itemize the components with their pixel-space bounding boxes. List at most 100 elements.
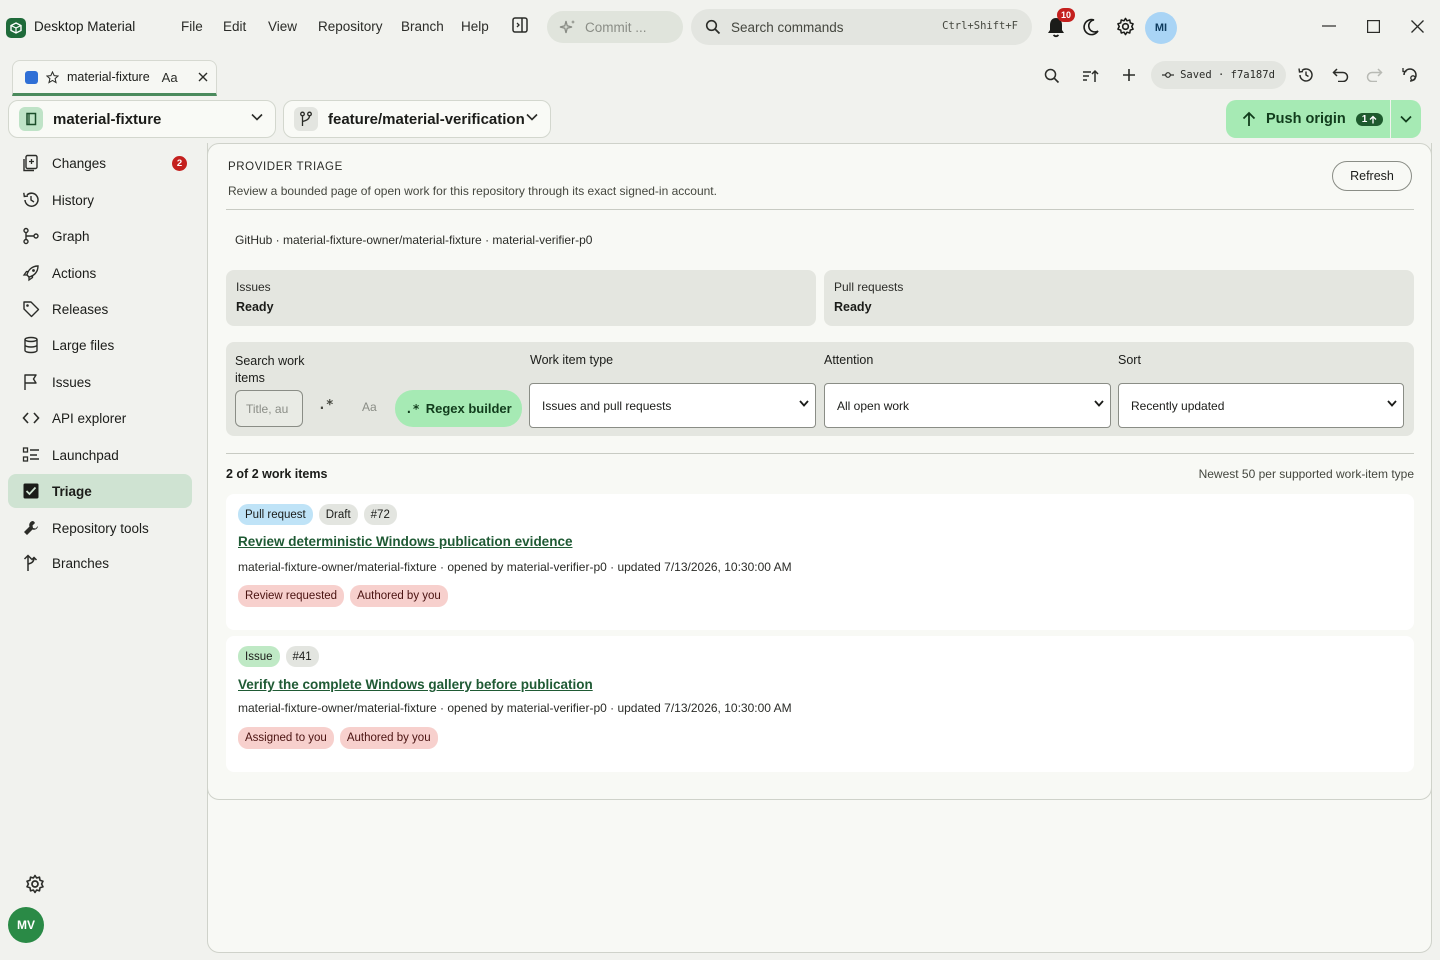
tab-material-fixture[interactable]: material-fixture Aa: [12, 60, 217, 96]
issues-status-card: Issues Ready: [226, 270, 816, 326]
notification-badge: 10: [1057, 8, 1075, 22]
history-restore-icon[interactable]: [1297, 66, 1315, 84]
sidebar-item-label: Repository tools: [52, 520, 149, 536]
regex-builder-button[interactable]: .* Regex builder: [395, 390, 522, 427]
push-origin-button[interactable]: Push origin 1: [1226, 100, 1390, 138]
branch-icon: [294, 107, 318, 131]
sort-icon[interactable]: [1082, 68, 1100, 84]
search-work-items-label: Search work items: [235, 354, 305, 385]
status-label: Issues: [236, 280, 271, 294]
sidebar-item-issues[interactable]: Issues: [8, 365, 192, 399]
regex-toggle[interactable]: .*: [318, 398, 334, 413]
add-icon[interactable]: [1122, 68, 1136, 82]
sidebar-item-label: Actions: [52, 265, 97, 281]
sidebar-item-label: Issues: [52, 374, 92, 390]
account-avatar[interactable]: MV: [8, 907, 44, 943]
type-chip: Issue: [238, 646, 280, 667]
code-icon: [22, 409, 40, 427]
commit-label: Commit ...: [585, 19, 647, 35]
sidebar-item-api-explorer[interactable]: API explorer: [8, 401, 192, 435]
attention-tag: Authored by you: [350, 585, 448, 607]
number-chip: #72: [363, 504, 397, 525]
match-case-toggle[interactable]: Aa: [362, 400, 377, 414]
search-shortcut: Ctrl+Shift+F: [942, 20, 1018, 32]
commit-button[interactable]: Commit ...: [547, 11, 683, 43]
attention-tags: Review requested Authored by you: [238, 585, 448, 607]
work-item-meta: material-fixture-owner/material-fixture …: [238, 701, 792, 715]
close-tab-icon[interactable]: [198, 72, 208, 82]
status-value: Ready: [236, 300, 274, 314]
sidebar-item-graph[interactable]: Graph: [8, 219, 192, 253]
sidebar-item-actions[interactable]: Actions: [8, 256, 192, 290]
sidebar-item-launchpad[interactable]: Launchpad: [8, 438, 192, 472]
state-chip: Draft: [318, 504, 358, 525]
menu-view[interactable]: View: [268, 19, 297, 34]
find-icon[interactable]: [1044, 68, 1060, 84]
regex-glyph: .*: [405, 401, 420, 416]
minimize-icon[interactable]: [1322, 25, 1336, 27]
repository-name: material-fixture: [53, 110, 162, 128]
work-item-title-link[interactable]: Verify the complete Windows gallery befo…: [238, 677, 593, 692]
attention-tag: Authored by you: [339, 727, 438, 749]
divider: [226, 453, 1414, 454]
menu-help[interactable]: Help: [461, 19, 489, 34]
sidebar-item-changes[interactable]: Changes 2: [8, 146, 192, 180]
graph-icon: [22, 227, 40, 245]
select-value: All open work: [837, 398, 910, 413]
work-item-type-select[interactable]: Issues and pull requests: [529, 383, 816, 428]
redo-icon[interactable]: [1366, 67, 1383, 82]
sidebar-item-large-files[interactable]: Large files: [8, 328, 192, 362]
sidebar-item-releases[interactable]: Releases: [8, 292, 192, 326]
status-label: Pull requests: [834, 280, 904, 294]
settings-gear-icon[interactable]: [1116, 17, 1135, 36]
select-value: Recently updated: [1131, 398, 1225, 413]
menu-edit[interactable]: Edit: [223, 19, 246, 34]
dark-mode-icon[interactable]: [1082, 18, 1100, 36]
saved-status: Saved · f7a187d: [1151, 61, 1286, 89]
search-work-items-input[interactable]: Title, au: [235, 390, 303, 427]
repository-book-icon: [19, 107, 43, 131]
sidebar-item-label: Graph: [52, 228, 90, 244]
push-options-button[interactable]: [1391, 100, 1421, 138]
app-logo-icon: [6, 18, 26, 38]
sidebar-settings-gear-icon[interactable]: [25, 874, 45, 894]
history-icon: [22, 191, 40, 209]
sidebar-item-repository-tools[interactable]: Repository tools: [8, 511, 192, 545]
tab-case-label: Aa: [161, 69, 178, 85]
maximize-icon[interactable]: [1367, 20, 1380, 33]
menu-repository[interactable]: Repository: [318, 19, 383, 34]
chevron-down-icon: [1094, 400, 1104, 407]
changes-icon: [22, 154, 40, 172]
manage-settings-icon[interactable]: [1401, 66, 1419, 84]
repository-selector[interactable]: material-fixture: [8, 100, 276, 138]
menu-branch[interactable]: Branch: [401, 19, 444, 34]
sidebar-item-label: Branches: [52, 555, 110, 571]
push-count-badge: 1: [1355, 112, 1384, 126]
attention-label: Attention: [824, 353, 874, 367]
chevron-down-icon: [1400, 115, 1412, 123]
search-icon: [705, 19, 721, 35]
section-eyebrow: PROVIDER TRIAGE: [228, 161, 343, 173]
sidebar-item-history[interactable]: History: [8, 183, 192, 217]
attention-tags: Assigned to you Authored by you: [238, 727, 438, 749]
sort-select[interactable]: Recently updated: [1118, 383, 1404, 428]
attention-select[interactable]: All open work: [824, 383, 1111, 428]
push-count: 1: [1361, 113, 1368, 125]
work-item-title-link[interactable]: Review deterministic Windows publication…: [238, 534, 572, 549]
provider-account-line: GitHub · material-fixture-owner/material…: [235, 233, 593, 247]
menu-file[interactable]: File: [181, 19, 203, 34]
command-search[interactable]: Search commands Ctrl+Shift+F: [691, 9, 1032, 45]
branch-selector[interactable]: feature/material-verification: [283, 100, 551, 138]
undo-icon[interactable]: [1332, 67, 1349, 82]
close-window-icon[interactable]: [1411, 20, 1424, 33]
refresh-button[interactable]: Refresh: [1332, 161, 1412, 191]
section-subtitle: Review a bounded page of open work for t…: [228, 184, 717, 198]
sidebar-item-label: API explorer: [52, 410, 127, 426]
rocket-icon: [22, 264, 40, 282]
sidebar-item-branches[interactable]: Branches: [8, 546, 192, 580]
sidebar-item-label: History: [52, 192, 95, 208]
sidebar-item-triage[interactable]: Triage: [8, 474, 192, 508]
panel-toggle-icon[interactable]: [511, 16, 529, 34]
star-icon[interactable]: [46, 70, 59, 84]
user-avatar[interactable]: MI: [1145, 12, 1177, 44]
